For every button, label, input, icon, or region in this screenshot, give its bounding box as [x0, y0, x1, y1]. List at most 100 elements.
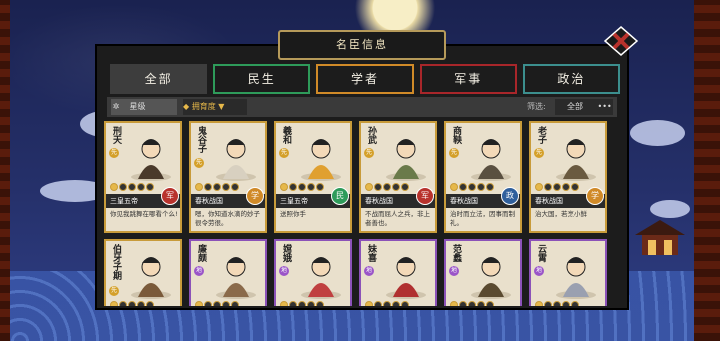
minister-name: 商鞅 [451, 126, 461, 144]
filter-dropdown[interactable]: 全部 ••• [555, 99, 613, 115]
minister-card[interactable]: 廉颇地 [189, 239, 267, 306]
star-icon [307, 301, 315, 306]
star-icon [316, 183, 324, 191]
minister-name: 嫦娥 [281, 244, 291, 262]
star-rating [365, 301, 409, 306]
minister-card[interactable]: 妹喜地 [359, 239, 437, 306]
minister-card[interactable]: 老子先春秋战国学治大国，若烹小鲜 [529, 121, 607, 233]
minister-card[interactable]: 嫦娥地 [274, 239, 352, 306]
rank-badge: 先 [279, 148, 289, 158]
minister-card[interactable]: 羲和先三皇五帝民送照你手 [274, 121, 352, 233]
star-icon [544, 301, 552, 306]
star-icon [468, 301, 476, 306]
star-icon [289, 183, 297, 191]
star-icon [535, 183, 543, 191]
category-badge: 学 [586, 187, 604, 205]
star-rating [365, 183, 409, 192]
star-icon [307, 183, 315, 191]
tab-livelihood[interactable]: 民生 [213, 64, 311, 94]
star-icon [204, 183, 212, 191]
chevron-down-icon: ▼ [218, 102, 225, 111]
minister-card[interactable]: 云霄地 [529, 239, 607, 306]
filter-bar: ✲ 星级 ◆ 拥育度 ▼ 筛选: 全部 ••• [107, 97, 617, 117]
star-icon [365, 301, 373, 306]
more-icon: ••• [597, 102, 612, 111]
minister-card-grid: 刑天先三皇五帝军你见我跳舞在哪看个么! 鬼谷子先春秋战国学嗯，你知道水滴的妙子很令… [102, 121, 614, 306]
minister-portrait [471, 257, 511, 299]
star-icon [195, 301, 203, 306]
star-sort-button[interactable]: ✲ 星级 [111, 99, 177, 115]
rank-badge: 先 [109, 286, 119, 296]
star-rating [110, 183, 154, 192]
star-icon [119, 183, 127, 191]
star-icon [450, 301, 458, 306]
tab-scholar[interactable]: 学者 [316, 64, 414, 94]
minister-portrait [301, 139, 341, 181]
star-icon [128, 301, 136, 306]
minister-quote: 你见我跳舞在哪看个么! [110, 210, 178, 218]
star-icon [477, 183, 485, 191]
star-icon [231, 183, 239, 191]
star-icon [468, 183, 476, 191]
minister-quote: 治时而立法，因事而制礼。 [450, 210, 515, 227]
close-button[interactable] [603, 26, 639, 56]
minister-portrait [471, 139, 511, 181]
minister-portrait [556, 257, 596, 299]
minister-card[interactable]: 商鞅先春秋战国政治时而立法，因事而制礼。 [444, 121, 522, 233]
star-icon [222, 183, 230, 191]
rank-badge: 先 [194, 158, 204, 168]
left-frame [0, 0, 10, 341]
star-rating [535, 183, 579, 192]
minister-quote: 不战而屈人之兵，非上者善也。 [365, 210, 430, 227]
rank-badge: 地 [364, 266, 374, 276]
panel-title: 名臣信息 [278, 30, 446, 60]
star-icon [392, 301, 400, 306]
star-icon [544, 183, 552, 191]
minister-name: 廉颇 [196, 244, 206, 262]
loyalty-sort-button[interactable]: ◆ 拥育度 ▼ [183, 99, 247, 115]
star-icon [137, 301, 145, 306]
star-icon [110, 301, 118, 306]
tab-politics[interactable]: 政治 [522, 64, 621, 94]
star-icon [365, 183, 373, 191]
tab-all[interactable]: 全部 [110, 64, 208, 94]
star-icon [562, 301, 570, 306]
star-icon [383, 183, 391, 191]
minister-name: 范蠡 [451, 244, 461, 262]
minister-portrait [131, 257, 171, 299]
rank-badge: 地 [534, 266, 544, 276]
category-badge: 军 [416, 187, 434, 205]
category-badge: 学 [246, 187, 264, 205]
minister-card[interactable]: 鬼谷子先春秋战国学嗯，你知道水滴的妙子很令劳很。 [189, 121, 267, 233]
filter-value: 全部 [567, 102, 583, 111]
minister-card[interactable]: 刑天先三皇五帝军你见我跳舞在哪看个么! [104, 121, 182, 233]
star-rating [535, 301, 579, 306]
minister-card[interactable]: 伯牙子期先 [104, 239, 182, 306]
star-icon [401, 301, 409, 306]
star-rating [450, 183, 494, 192]
minister-portrait [131, 139, 171, 181]
star-icon [231, 301, 239, 306]
star-icon [553, 301, 561, 306]
star-icon [459, 301, 467, 306]
minister-name: 伯牙子期 [111, 244, 121, 280]
star-rating [110, 301, 154, 306]
loyalty-sort-label: 拥育度 [191, 102, 216, 111]
star-icon [477, 301, 485, 306]
star-rating [280, 301, 324, 306]
star-icon [280, 183, 288, 191]
star-icon [146, 183, 154, 191]
minister-portrait [556, 139, 596, 181]
star-icon [213, 183, 221, 191]
star-icon [119, 301, 127, 306]
minister-card[interactable]: 孙武先春秋战国军不战而屈人之兵，非上者善也。 [359, 121, 437, 233]
tab-military[interactable]: 军事 [419, 64, 517, 94]
star-icon [316, 301, 324, 306]
minister-name: 妹喜 [366, 244, 376, 262]
minister-name: 孙武 [366, 126, 376, 144]
minister-name: 老子 [536, 126, 546, 144]
minister-name: 刑天 [111, 126, 121, 144]
star-icon [374, 301, 382, 306]
category-tabs: 全部 民生 学者 军事 政治 [110, 64, 621, 94]
minister-card[interactable]: 范蠡地 [444, 239, 522, 306]
